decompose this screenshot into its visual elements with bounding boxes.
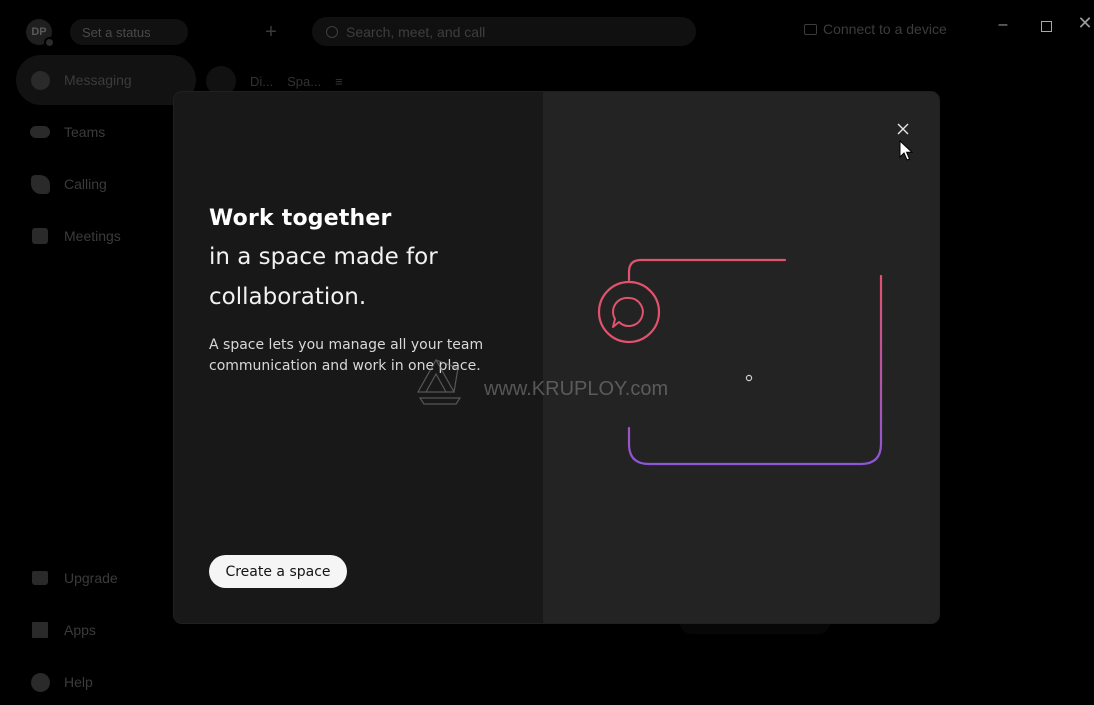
user-avatar[interactable]: DP [26,19,55,48]
device-icon [804,23,817,35]
sidebar-item-label: Calling [64,176,107,192]
crown-icon [30,568,50,588]
set-status-button[interactable]: Set a status [70,19,188,45]
window-close-icon: ✕ [1077,13,1093,33]
sidebar-item-label: Upgrade [64,570,118,586]
sidebar-item-apps[interactable]: Apps [16,605,196,655]
sidebar-item-label: Help [64,674,93,690]
avatar-initials: DP [31,26,47,38]
mouse-cursor-icon [899,140,914,161]
minimize-icon: – [998,16,1008,33]
tab-direct[interactable]: Di... [250,74,273,89]
sidebar-item-help[interactable]: Help [16,657,196,705]
illustration-top-line [627,258,787,282]
help-icon [30,672,50,692]
connect-device-button[interactable]: Connect to a device [804,21,947,37]
status-label: Set a status [82,24,151,40]
dialog-subheading-line-1: in a space made for [209,244,438,270]
close-dialog-button[interactable] [892,118,914,140]
search-icon [326,25,338,38]
top-bar: DP Set a status + Search, meet, and call… [0,0,1094,62]
plus-icon: + [265,20,277,43]
apps-grid-icon [30,620,50,640]
sidebar-item-label: Messaging [64,72,132,88]
sidebar-item-label: Teams [64,124,106,140]
add-button[interactable]: + [256,18,286,46]
dialog-subheading-line-2: collaboration. [209,284,367,310]
tab-spaces[interactable]: Spa... [287,74,321,89]
chat-bubble-icon [612,296,644,328]
filter-icon[interactable]: ≡ [335,74,343,89]
sidebar-item-label: Meetings [64,228,121,244]
chat-bubble-icon [30,70,50,90]
watermark-text: www.KRUPLOY.com [484,377,669,400]
search-input[interactable]: Search, meet, and call [312,17,696,46]
calendar-icon [30,226,50,246]
sidebar-item-calling[interactable]: Calling [16,159,196,209]
sidebar-item-upgrade[interactable]: Upgrade [16,553,196,603]
sidebar-item-teams[interactable]: Teams [16,107,196,157]
presence-badge [44,37,55,48]
chat-circle-outline [597,280,661,344]
search-placeholder: Search, meet, and call [346,23,486,40]
watermark: www.KRUPLOY.com [414,352,668,408]
maximize-button[interactable] [1033,16,1059,37]
create-space-button[interactable]: Create a space [209,555,347,588]
watermark-logo-icon [416,358,462,405]
phone-icon [30,174,50,194]
sidebar-item-meetings[interactable]: Meetings [16,211,196,261]
maximize-icon [1040,21,1052,32]
create-space-label: Create a space [225,563,331,580]
sidebar-item-messaging[interactable]: Messaging [16,55,196,105]
close-icon [897,123,909,135]
people-icon [30,122,50,142]
dialog-heading: Work together [209,206,392,231]
connect-label: Connect to a device [823,21,947,37]
illustration-dot [745,374,753,382]
window-close-button[interactable]: ✕ [1072,13,1094,34]
sidebar-item-label: Apps [64,622,96,638]
minimize-button[interactable]: – [990,16,1016,34]
